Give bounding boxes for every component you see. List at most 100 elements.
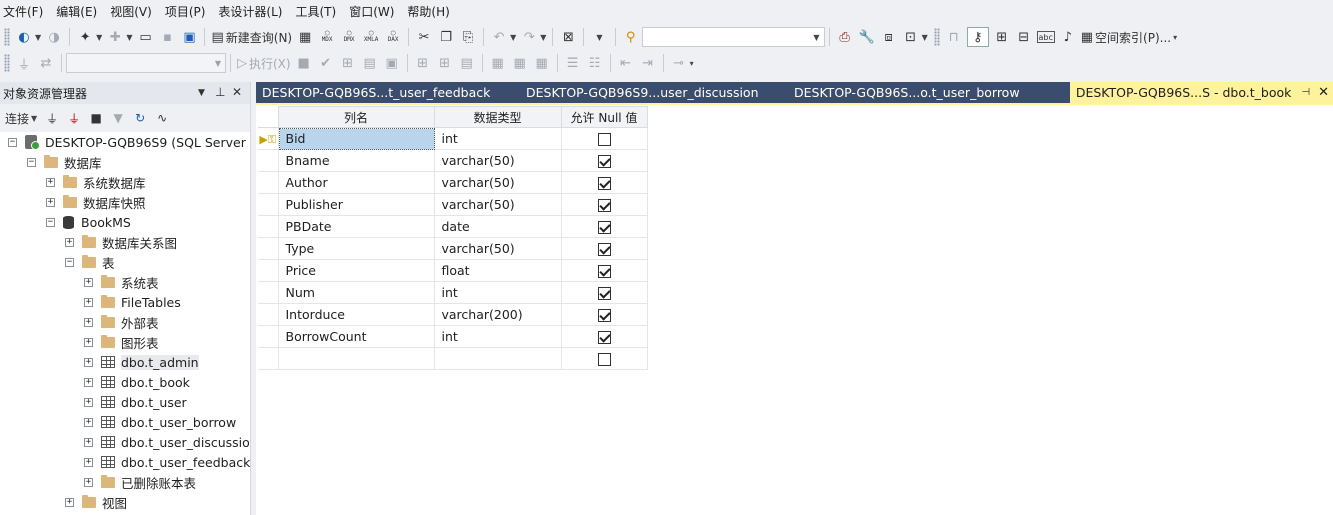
undo-icon[interactable]: ↶ — [490, 27, 508, 47]
expand-icon[interactable]: + — [84, 337, 93, 347]
expand-icon[interactable]: + — [84, 377, 93, 387]
column-row[interactable]: Num int — [258, 281, 648, 304]
tree-node-t-book[interactable]: + dbo.t_book — [84, 372, 190, 392]
back-dropdown-icon[interactable]: ▼ — [35, 33, 41, 42]
connect-button[interactable]: 连接 ▼ — [5, 108, 39, 128]
tree-node-external-tables[interactable]: + 外部表 — [84, 312, 159, 332]
xml-index-icon[interactable]: abc — [1036, 31, 1055, 43]
tree-node-bookms[interactable]: − BookMS — [46, 212, 131, 232]
refresh-icon[interactable]: ↻ — [131, 108, 149, 128]
menu-view[interactable]: 视图(V) — [107, 3, 162, 20]
add-item-dropdown-icon[interactable]: ▼ — [126, 33, 132, 42]
uncomment-lines-icon[interactable]: ☷ — [586, 53, 604, 73]
data-type-cell[interactable]: int — [434, 325, 562, 348]
column-name-cell[interactable]: BorrowCount — [278, 325, 435, 348]
column-name-cell[interactable]: Type — [278, 237, 435, 260]
allow-null-checkbox[interactable] — [597, 221, 611, 234]
column-name-cell[interactable]: Author — [278, 171, 435, 194]
row-selector[interactable] — [258, 347, 279, 370]
expand-icon[interactable]: + — [84, 317, 93, 327]
toolbar-grip[interactable] — [4, 28, 10, 46]
row-selector[interactable] — [258, 149, 279, 172]
comment-lines-icon[interactable]: ☰ — [564, 53, 582, 73]
toolbar-overflow-icon[interactable]: ▾ — [690, 59, 694, 68]
column-name-cell[interactable] — [278, 347, 435, 370]
connect-plug-icon[interactable]: ⏚ — [15, 53, 33, 73]
row-selector[interactable] — [258, 325, 279, 348]
decrease-indent-icon[interactable]: ⇤ — [617, 53, 635, 73]
results-to-text-icon[interactable]: ▦ — [489, 53, 507, 73]
mdx-query-button[interactable]: ⬡ MDX — [318, 27, 336, 47]
column-name-cell[interactable]: Num — [278, 281, 435, 304]
stop-square-icon[interactable]: ■ — [87, 108, 105, 128]
stop-icon[interactable]: ■ — [295, 53, 313, 73]
data-type-cell[interactable]: varchar(50) — [434, 171, 562, 194]
cut-icon[interactable]: ✂ — [415, 27, 433, 47]
check-constraints-icon[interactable]: ♪ — [1059, 27, 1077, 47]
allow-null-checkbox[interactable] — [597, 243, 611, 256]
query-designer-icon[interactable]: ▤ — [361, 53, 379, 73]
tree-node-views[interactable]: + 视图 — [65, 492, 127, 512]
allow-null-checkbox[interactable] — [597, 265, 611, 278]
column-row[interactable]: ▶⚿ Bid int — [258, 127, 648, 150]
manage-indexes-icon[interactable]: ⊞ — [993, 27, 1011, 47]
filter-icon[interactable]: ▼ — [109, 108, 127, 128]
pin-icon[interactable]: ⊥ — [215, 85, 225, 99]
activity-monitor-icon[interactable]: ∿ — [153, 108, 171, 128]
column-name-cell[interactable]: PBDate — [278, 215, 435, 238]
menu-edit[interactable]: 编辑(E) — [53, 3, 107, 20]
open-file-icon[interactable]: ▭ — [136, 27, 154, 47]
row-selector[interactable] — [258, 171, 279, 194]
redo-dropdown-icon[interactable]: ▼ — [540, 33, 546, 42]
expand-icon[interactable]: + — [46, 197, 55, 207]
data-type-cell[interactable]: varchar(200) — [434, 303, 562, 326]
column-name-cell[interactable]: Bname — [278, 149, 435, 172]
spatial-index-button[interactable]: ▦ 空间索引(P)... — [1081, 27, 1171, 47]
save-icon[interactable]: ▪ — [158, 27, 176, 47]
save-all-icon[interactable]: ▣ — [180, 27, 198, 47]
column-row[interactable]: Intorduce varchar(200) — [258, 303, 648, 326]
results-to-icon[interactable]: ▣ — [383, 53, 401, 73]
expand-icon[interactable]: + — [84, 437, 93, 447]
database-engine-query-icon[interactable]: ▦ — [296, 27, 314, 47]
allow-null-checkbox[interactable] — [597, 177, 611, 190]
column-name-cell[interactable]: Intorduce — [278, 303, 435, 326]
tree-node-dropped-ledger-tables[interactable]: + 已删除账本表 — [84, 472, 196, 492]
command-window-icon[interactable]: ⊡ — [902, 27, 920, 47]
xmla-query-button[interactable]: ⬡ XMLA — [362, 27, 380, 47]
new-project-icon[interactable]: ✦ — [76, 27, 94, 47]
column-row[interactable]: Author varchar(50) — [258, 171, 648, 194]
tab-user-borrow[interactable]: DESKTOP-GQB96S...o.t_user_borrow — [788, 82, 1046, 103]
expand-icon[interactable]: + — [84, 397, 93, 407]
tree-node-graph-tables[interactable]: + 图形表 — [84, 332, 159, 352]
toolbar-grip[interactable] — [933, 28, 940, 46]
data-type-cell[interactable]: date — [434, 215, 562, 238]
back-icon[interactable]: ◐ — [15, 27, 33, 47]
menu-file[interactable]: 文件(F) — [0, 3, 53, 20]
live-stats-icon[interactable]: ⊞ — [436, 53, 454, 73]
data-type-cell[interactable]: float — [434, 259, 562, 282]
menu-window[interactable]: 窗口(W) — [346, 3, 404, 20]
close-icon[interactable]: ✕ — [232, 85, 242, 99]
relationships-icon[interactable]: ⊓ — [945, 27, 963, 47]
allow-null-checkbox[interactable] — [597, 287, 611, 300]
tree-node-tables[interactable]: − 表 — [65, 252, 115, 272]
expand-icon[interactable]: + — [84, 417, 93, 427]
disconnect-icon[interactable]: ⏚ — [65, 108, 83, 128]
toolbar-grip[interactable] — [4, 54, 10, 72]
expand-icon[interactable]: + — [65, 497, 74, 507]
tree-node-system-databases[interactable]: + 系统数据库 — [46, 172, 146, 192]
parse-checkmark-icon[interactable]: ✔ — [317, 53, 335, 73]
fulltext-index-icon[interactable]: ⊟ — [1015, 27, 1033, 47]
data-type-cell[interactable]: int — [434, 281, 562, 304]
collapse-icon[interactable]: − — [27, 157, 36, 167]
column-row[interactable]: Publisher varchar(50) — [258, 193, 648, 216]
solution-config-dropdown-icon[interactable]: ▼ — [596, 33, 602, 42]
allow-null-checkbox[interactable] — [597, 133, 611, 146]
dax-query-button[interactable]: ⬡ DAX — [384, 27, 402, 47]
command-window-dropdown-icon[interactable]: ▼ — [922, 33, 928, 42]
allow-null-checkbox[interactable] — [597, 353, 611, 366]
tree-node-database-diagrams[interactable]: + 数据库关系图 — [65, 232, 177, 252]
column-row[interactable]: PBDate date — [258, 215, 648, 238]
data-type-cell[interactable]: varchar(50) — [434, 193, 562, 216]
